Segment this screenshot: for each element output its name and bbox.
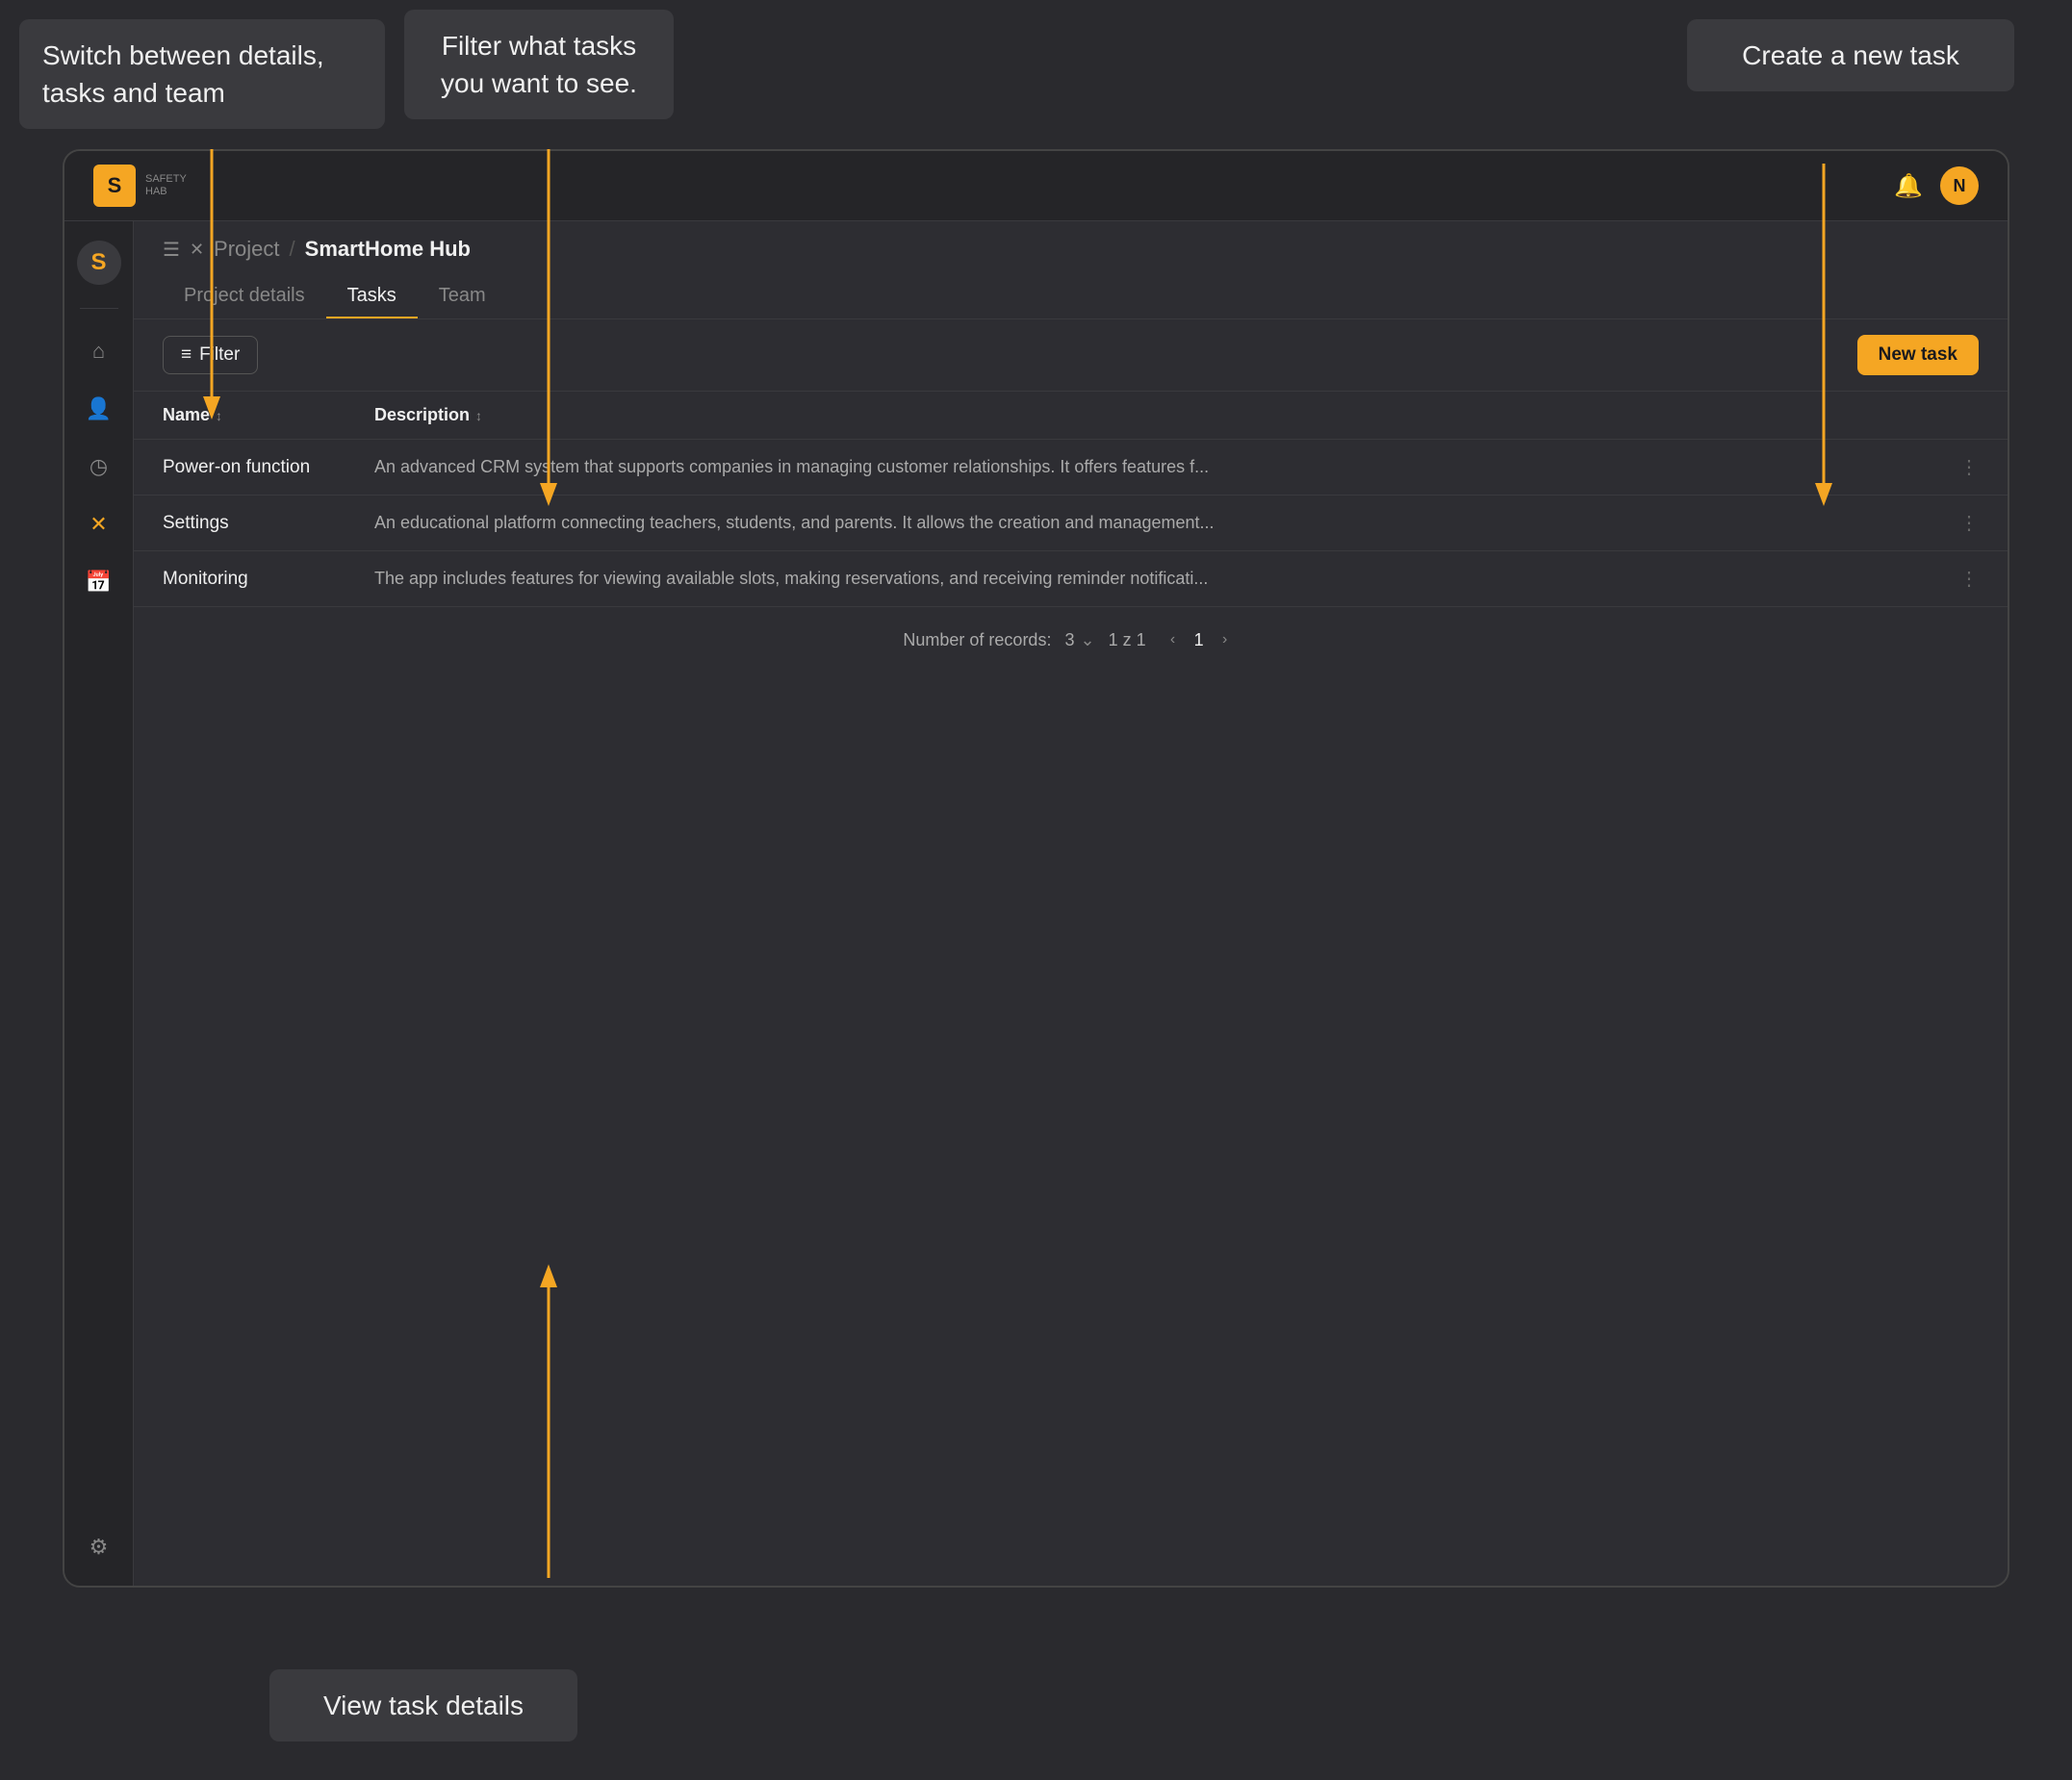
header-right: 🔔 N bbox=[1894, 166, 1979, 205]
pagination-count: 3 ⌄ bbox=[1064, 630, 1094, 650]
sort-name-icon[interactable]: ↕ bbox=[216, 408, 222, 423]
tooltip-view-task-details: View task details bbox=[269, 1669, 577, 1742]
tooltip-switch-tabs: Switch between details, tasks and team bbox=[19, 19, 385, 129]
toolbar: ≡ Filter New task bbox=[134, 319, 2008, 392]
table-row[interactable]: Settings An educational platform connect… bbox=[134, 496, 2008, 551]
sidebar-item-project[interactable]: ✕ bbox=[80, 505, 118, 544]
task-desc-2: An educational platform connecting teach… bbox=[374, 513, 1950, 533]
sidebar-logo-letter: S bbox=[90, 249, 106, 276]
sidebar-nav: ⌂ 👤 ◷ ✕ 📅 bbox=[80, 332, 118, 1505]
task-name-3: Monitoring bbox=[163, 569, 374, 590]
avatar[interactable]: N bbox=[1940, 166, 1979, 205]
sidebar-bottom: ⚙ bbox=[80, 1528, 118, 1566]
table-container: Name ↕ Description ↕ Power-on function A… bbox=[134, 392, 2008, 1586]
header-description: Description ↕ bbox=[374, 405, 1950, 425]
sidebar-logo[interactable]: S bbox=[77, 241, 121, 285]
pagination-nav: ‹ 1 › bbox=[1160, 626, 1239, 653]
filter-icon: ≡ bbox=[181, 344, 192, 366]
row-menu-2[interactable]: ⋮ bbox=[1950, 511, 1979, 535]
filter-button[interactable]: ≡ Filter bbox=[163, 336, 258, 374]
logo-icon: S bbox=[93, 165, 136, 207]
bell-icon[interactable]: 🔔 bbox=[1894, 172, 1923, 200]
row-menu-3[interactable]: ⋮ bbox=[1950, 567, 1979, 591]
filter-label: Filter bbox=[199, 344, 240, 366]
row-menu-1[interactable]: ⋮ bbox=[1950, 455, 1979, 479]
sidebar-divider bbox=[80, 308, 118, 309]
logo-text: SAFETY HAB bbox=[145, 173, 187, 198]
sidebar-item-calendar[interactable]: 📅 bbox=[80, 563, 118, 601]
pagination: Number of records: 3 ⌄ 1 z 1 ‹ 1 › bbox=[134, 607, 2008, 673]
sidebar: S ⌂ 👤 ◷ ✕ 📅 ⚙ bbox=[64, 221, 134, 1586]
project-icon: ✕ bbox=[190, 240, 204, 260]
task-desc-1: An advanced CRM system that supports com… bbox=[374, 457, 1950, 477]
project-header: ☰ ✕ Project / SmartHome Hub Project deta… bbox=[134, 221, 2008, 319]
page-number: 1 bbox=[1194, 630, 1204, 650]
app-window: S SAFETY HAB 🔔 N S ⌂ 👤 bbox=[63, 149, 2009, 1588]
tab-team[interactable]: Team bbox=[418, 275, 507, 318]
logo-area: S SAFETY HAB bbox=[93, 165, 187, 207]
sidebar-item-team[interactable]: 👤 bbox=[80, 390, 118, 428]
app-header: S SAFETY HAB 🔔 N bbox=[64, 151, 2008, 221]
tooltip-filter: Filter what tasks you want to see. bbox=[404, 10, 674, 119]
pagination-label: Number of records: bbox=[903, 630, 1051, 650]
breadcrumb-project-label: Project bbox=[214, 237, 279, 262]
task-name-1: Power-on function bbox=[163, 457, 374, 478]
prev-page-button[interactable]: ‹ bbox=[1160, 626, 1187, 653]
breadcrumb-current: SmartHome Hub bbox=[305, 237, 471, 262]
sidebar-item-settings[interactable]: ⚙ bbox=[80, 1528, 118, 1566]
breadcrumb: ☰ ✕ Project / SmartHome Hub bbox=[163, 237, 1979, 262]
tabs: Project details Tasks Team bbox=[163, 275, 1979, 318]
main-content: ☰ ✕ Project / SmartHome Hub Project deta… bbox=[134, 221, 2008, 1586]
app-body: S ⌂ 👤 ◷ ✕ 📅 ⚙ ☰ ✕ Project / bbox=[64, 221, 2008, 1586]
tooltip-create-task: Create a new task bbox=[1687, 19, 2014, 91]
task-name-2: Settings bbox=[163, 513, 374, 534]
tab-tasks[interactable]: Tasks bbox=[326, 275, 418, 318]
table-header: Name ↕ Description ↕ bbox=[134, 392, 2008, 440]
sidebar-item-time[interactable]: ◷ bbox=[80, 447, 118, 486]
next-page-button[interactable]: › bbox=[1212, 626, 1239, 653]
tab-project-details[interactable]: Project details bbox=[163, 275, 326, 318]
table-row[interactable]: Monitoring The app includes features for… bbox=[134, 551, 2008, 607]
header-name: Name ↕ bbox=[163, 405, 374, 425]
sort-description-icon[interactable]: ↕ bbox=[475, 408, 482, 423]
new-task-button[interactable]: New task bbox=[1857, 335, 1979, 375]
pagination-range: 1 z 1 bbox=[1109, 630, 1146, 650]
dropdown-icon[interactable]: ⌄ bbox=[1080, 630, 1094, 650]
menu-icon[interactable]: ☰ bbox=[163, 238, 180, 262]
table-row[interactable]: Power-on function An advanced CRM system… bbox=[134, 440, 2008, 496]
pagination-count-value: 3 bbox=[1064, 630, 1074, 650]
sidebar-item-home[interactable]: ⌂ bbox=[80, 332, 118, 370]
breadcrumb-separator: / bbox=[290, 237, 295, 262]
task-desc-3: The app includes features for viewing av… bbox=[374, 569, 1950, 589]
